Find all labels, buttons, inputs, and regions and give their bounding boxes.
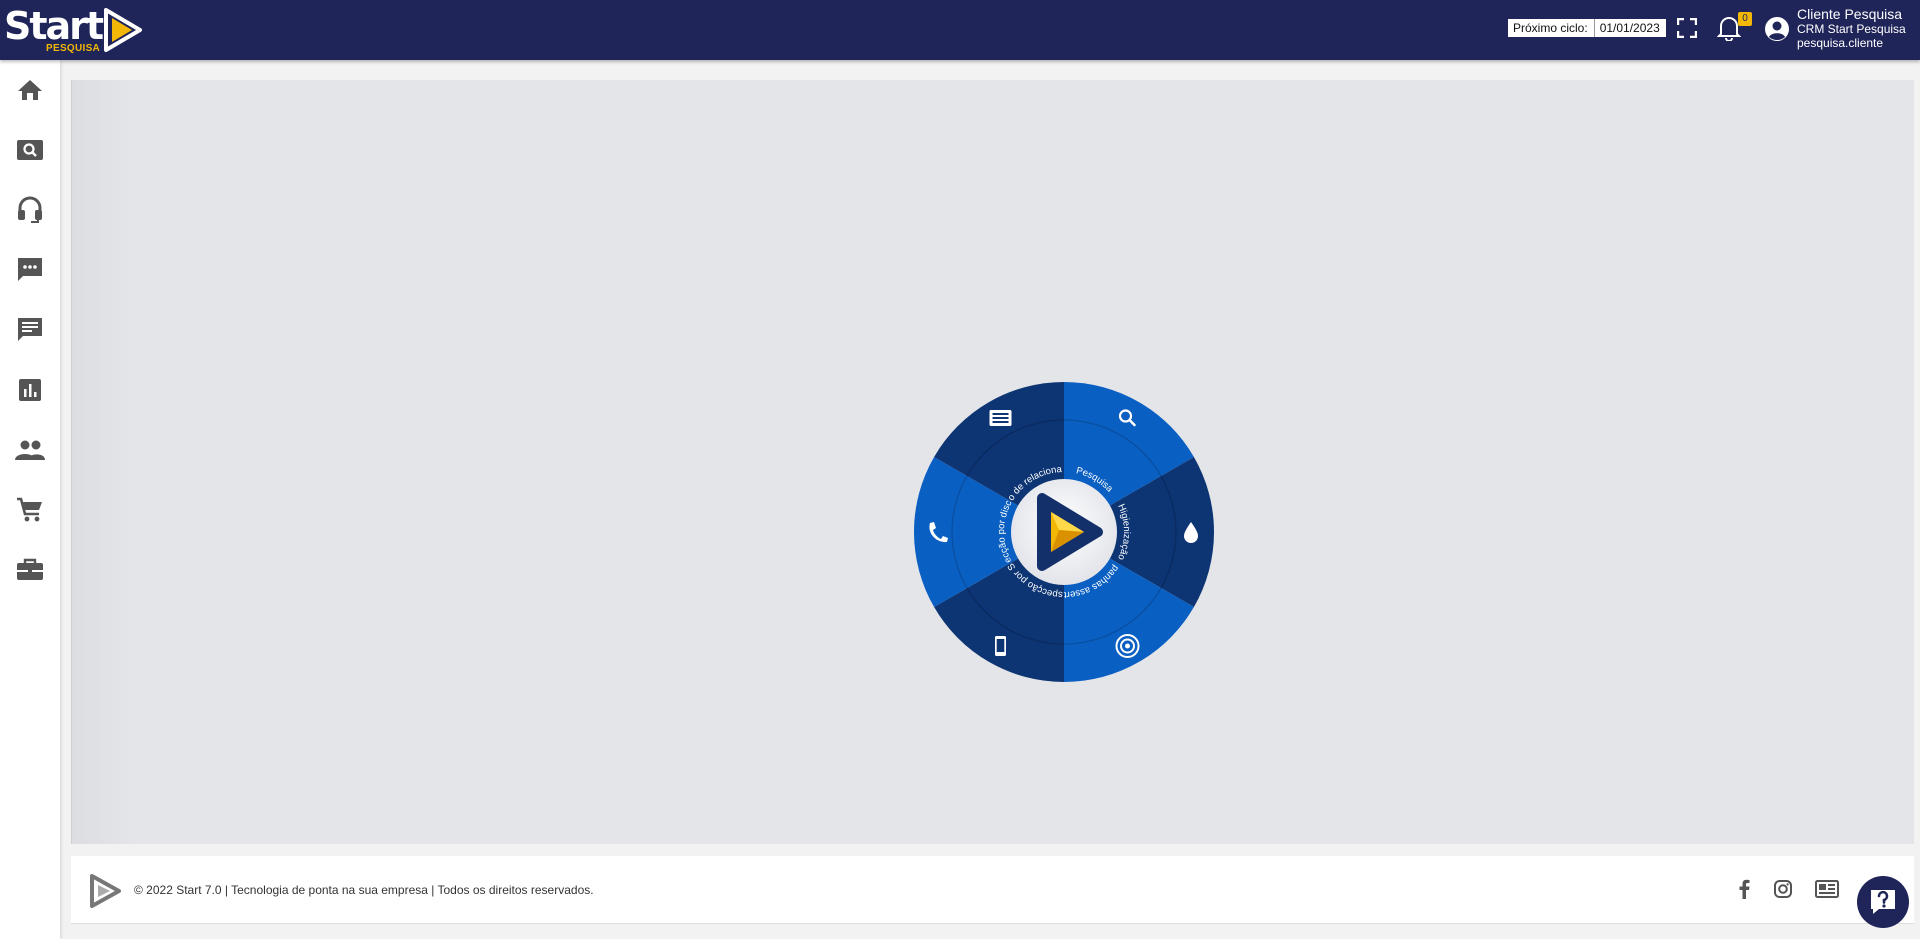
bar-chart-icon	[19, 379, 41, 401]
user-avatar-icon[interactable]	[1763, 15, 1791, 43]
briefcase-icon	[17, 558, 43, 580]
search-icon	[17, 140, 43, 160]
sidebar-item-reports[interactable]	[14, 374, 46, 406]
smartphone-icon[interactable]	[995, 636, 1006, 656]
main-content: PesquisaHigienizaçãoCampanhas assertivas…	[71, 80, 1914, 844]
sidebar-item-messages[interactable]	[14, 314, 46, 346]
sidebar-item-business[interactable]	[14, 554, 46, 586]
next-cycle-label: Próximo ciclo:	[1508, 19, 1595, 37]
user-login: pesquisa.cliente	[1797, 36, 1884, 50]
sidebar-item-contacts[interactable]	[14, 434, 46, 466]
facebook-icon[interactable]	[1731, 876, 1757, 902]
modules-wheel: PesquisaHigienizaçãoCampanhas assertivas…	[913, 381, 1214, 682]
sidebar-item-home[interactable]	[14, 74, 46, 106]
user-company: CRM Start Pesquisa	[1797, 22, 1906, 36]
news-icon[interactable]	[1814, 876, 1840, 902]
sidebar-item-search[interactable]	[14, 134, 46, 166]
people-icon	[15, 440, 45, 460]
sidebar-item-chat[interactable]	[14, 254, 46, 286]
brand-sub: PESQUISA	[46, 43, 101, 54]
footer: © 2022 Start 7.0 | Tecnologia de ponta n…	[71, 856, 1914, 924]
footer-copyright: © 2022 Start 7.0 | Tecnologia de ponta n…	[134, 883, 594, 897]
fullscreen-icon[interactable]	[1673, 14, 1701, 42]
home-icon	[18, 80, 42, 100]
sidebar	[0, 60, 60, 939]
top-bar: Start PESQUISA Próximo ciclo: 01/01/2023…	[0, 0, 1920, 60]
list-icon[interactable]	[989, 410, 1012, 426]
footer-logo-icon	[90, 874, 121, 908]
headset-icon	[18, 196, 42, 223]
message-icon	[18, 318, 42, 341]
play-logo-icon	[104, 8, 142, 52]
chat-dots-icon	[18, 258, 42, 281]
sidebar-item-shop[interactable]	[14, 494, 46, 526]
next-cycle-box: Próximo ciclo: 01/01/2023	[1508, 19, 1666, 37]
next-cycle-value: 01/01/2023	[1599, 21, 1660, 35]
notifications-count-badge: 0	[1738, 12, 1752, 26]
help-chat-button[interactable]	[1857, 876, 1909, 928]
sidebar-item-support[interactable]	[14, 194, 46, 226]
cart-icon	[17, 497, 42, 522]
help-icon	[1871, 890, 1895, 914]
instagram-icon[interactable]	[1770, 876, 1796, 902]
user-info[interactable]: Cliente Pesquisa CRM Start Pesquisa pesq…	[1797, 6, 1906, 50]
brand-name: Start	[4, 4, 104, 48]
user-name: Cliente Pesquisa	[1797, 6, 1903, 22]
brand-logo[interactable]: Start PESQUISA	[4, 2, 144, 56]
